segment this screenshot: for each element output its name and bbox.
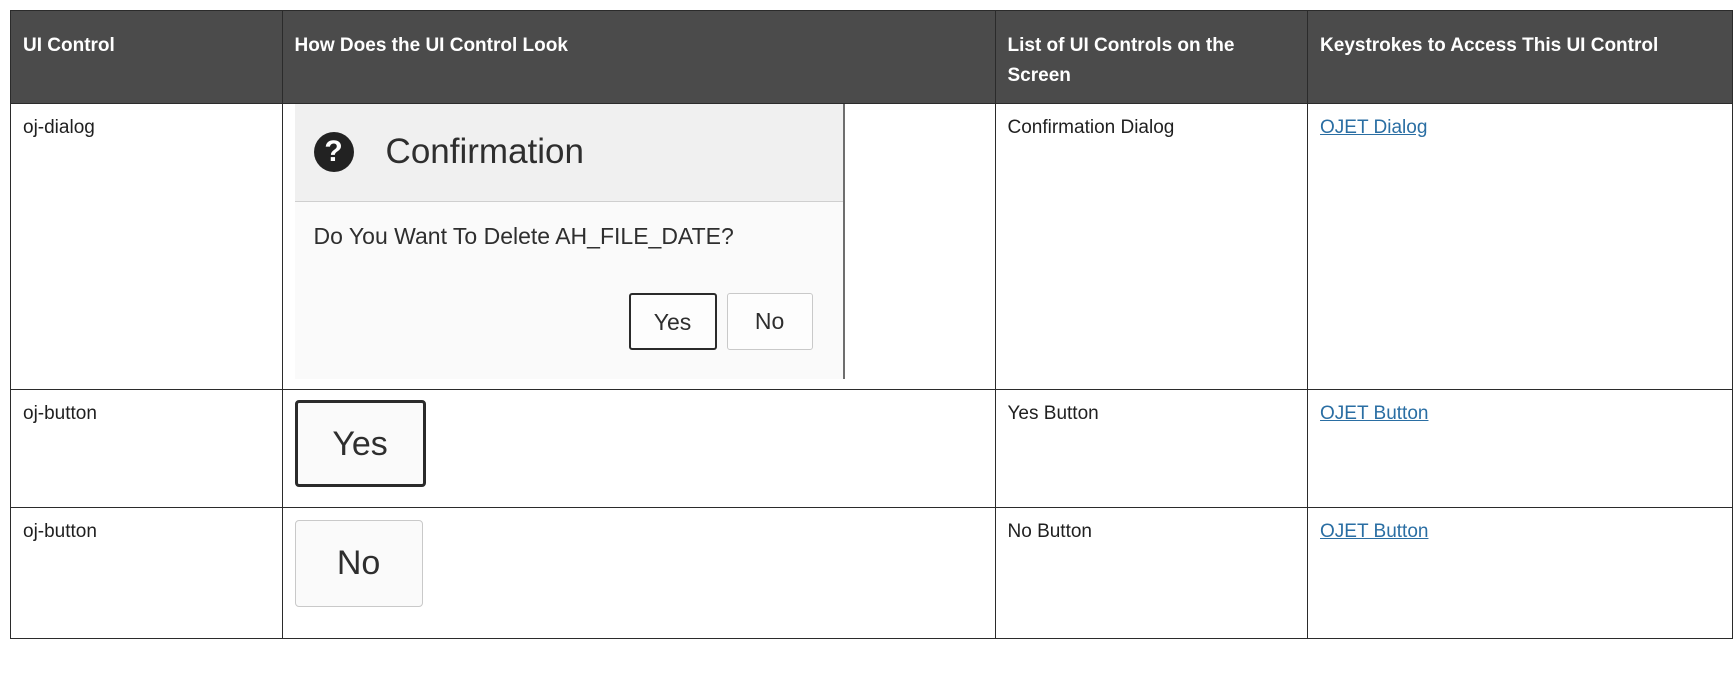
cell-keystrokes: OJET Dialog bbox=[1307, 103, 1733, 390]
ojet-dialog-link[interactable]: OJET Dialog bbox=[1320, 117, 1427, 138]
cell-control-name: oj-dialog bbox=[10, 103, 283, 390]
table-row: oj-button No No Button OJET Button bbox=[10, 507, 1733, 639]
question-circle-icon: ? bbox=[313, 132, 354, 172]
table-row: oj-dialog ? Confirmation Do You Want To … bbox=[10, 103, 1733, 390]
confirmation-dialog-preview: ? Confirmation Do You Want To Delete AH_… bbox=[294, 104, 845, 379]
ui-controls-table: UI Control How Does the UI Control Look … bbox=[10, 10, 1733, 639]
cell-control-name: oj-button bbox=[10, 507, 283, 639]
header-ui-control: UI Control bbox=[10, 10, 283, 104]
cell-preview: ? Confirmation Do You Want To Delete AH_… bbox=[281, 103, 996, 390]
dialog-no-button[interactable]: No bbox=[726, 293, 813, 350]
ojet-button-link[interactable]: OJET Button bbox=[1320, 521, 1428, 542]
header-how-it-looks: How Does the UI Control Look bbox=[281, 10, 996, 104]
cell-preview: No bbox=[281, 507, 996, 639]
cell-keystrokes: OJET Button bbox=[1307, 507, 1733, 639]
cell-control-list: No Button bbox=[994, 507, 1309, 639]
cell-preview: Yes bbox=[281, 389, 996, 508]
dialog-title: Confirmation bbox=[385, 132, 584, 171]
dialog-message: Do You Want To Delete AH_FILE_DATE? bbox=[313, 223, 734, 249]
yes-button-preview[interactable]: Yes bbox=[294, 400, 426, 487]
header-list-of-controls: List of UI Controls on the Screen bbox=[994, 10, 1309, 104]
header-keystrokes: Keystrokes to Access This UI Control bbox=[1307, 10, 1733, 104]
cell-control-name: oj-button bbox=[10, 389, 283, 508]
dialog-header: ? Confirmation bbox=[294, 104, 843, 202]
no-button-preview[interactable]: No bbox=[294, 520, 423, 607]
dialog-yes-button[interactable]: Yes bbox=[628, 293, 717, 350]
table-row: oj-button Yes Yes Button OJET Button bbox=[10, 389, 1733, 508]
cell-keystrokes: OJET Button bbox=[1307, 389, 1733, 508]
cell-control-list: Yes Button bbox=[994, 389, 1309, 508]
table-header-row: UI Control How Does the UI Control Look … bbox=[10, 10, 1733, 104]
ojet-button-link[interactable]: OJET Button bbox=[1320, 403, 1428, 424]
cell-control-list: Confirmation Dialog bbox=[994, 103, 1309, 390]
